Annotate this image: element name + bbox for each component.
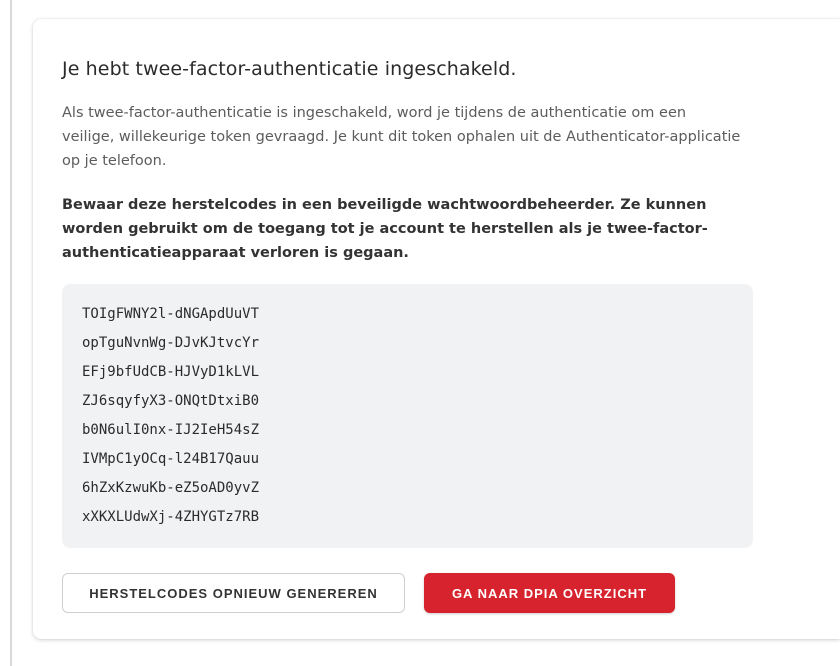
recovery-code: IVMpC1yOCq-l24B17Qauu (82, 451, 260, 467)
recovery-code: opTguNvnWg-DJvKJtvcYr (82, 335, 260, 351)
recovery-code: b0N6ulI0nx-IJ2IeH54sZ (82, 422, 260, 438)
recovery-code: 6hZxKzwuKb-eZ5oAD0yvZ (82, 480, 260, 496)
recovery-codes-list: TOIgFWNY2l-dNGApdUuVT opTguNvnWg-DJvKJtv… (82, 300, 259, 532)
recovery-codes-warning: Bewaar deze herstelcodes in een beveilig… (62, 197, 708, 261)
recovery-code: TOIgFWNY2l-dNGApdUuVT (82, 306, 260, 322)
recovery-code: EFj9bfUdCB-HJVyD1kLVL (82, 364, 260, 380)
intro-text: Als twee-factor-authenticatie is ingesch… (62, 105, 741, 169)
recovery-code: ZJ6sqyfyX3-ONQtDtxiB0 (82, 393, 260, 409)
panel-title: Je hebt twee-factor-authenticatie ingesc… (62, 58, 517, 80)
regenerate-recovery-codes-button[interactable]: HERSTELCODES OPNIEUW GENEREREN (62, 573, 405, 613)
recovery-code: xXKXLUdwXj-4ZHYGTz7RB (82, 509, 260, 525)
recovery-codes-box: TOIgFWNY2l-dNGApdUuVT opTguNvnWg-DJvKJtv… (62, 284, 753, 548)
go-to-dpia-overview-button[interactable]: GA NAAR DPIA OVERZICHT (424, 573, 675, 613)
page-left-border (10, 0, 12, 666)
